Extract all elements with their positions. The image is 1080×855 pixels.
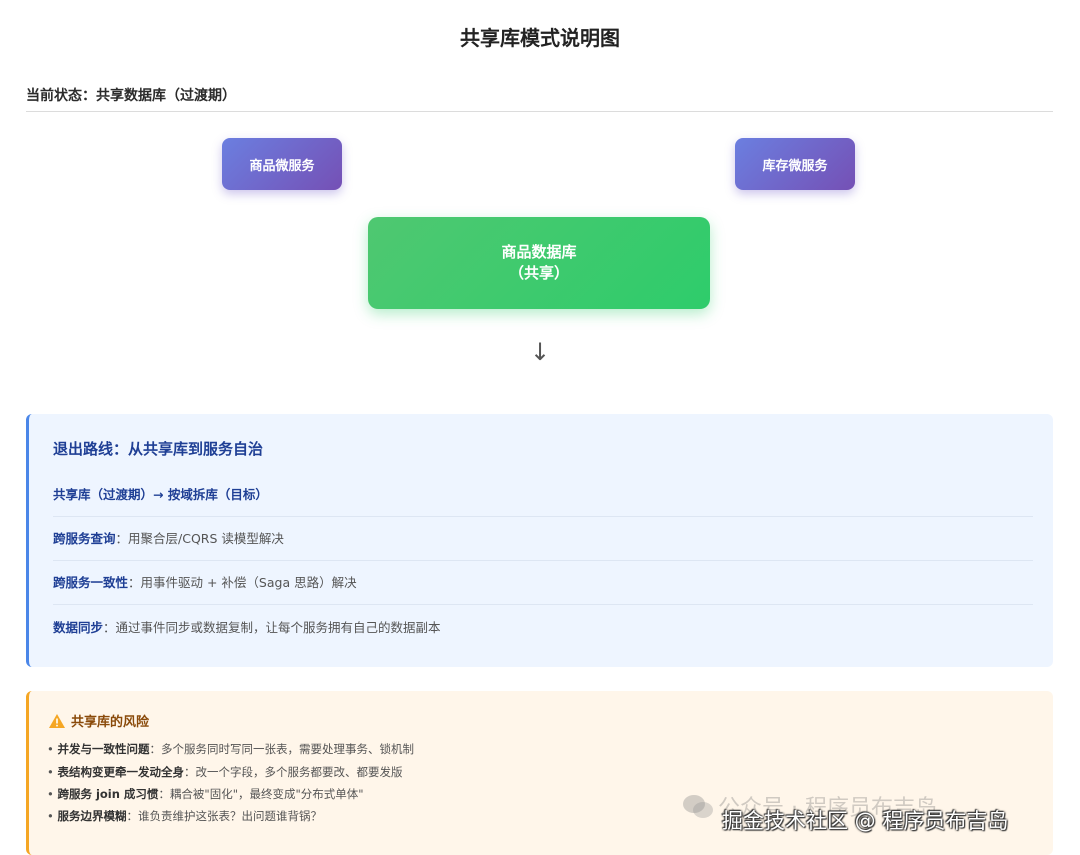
exit-route-title: 退出路线：从共享库到服务自治 <box>53 440 264 458</box>
exit-row-value: ：通过事件同步或数据复制，让每个服务拥有自己的数据副本 <box>103 620 441 635</box>
wechat-icon <box>683 795 713 818</box>
risk-item: • 并发与一致性问题：多个服务同时写同一张表，需要处理事务、锁机制 <box>47 742 414 756</box>
exit-row-value: ：用事件驱动 + 补偿（Saga 思路）解决 <box>128 575 357 590</box>
product-service-box: 商品微服务 <box>222 138 342 190</box>
exit-route-row: 数据同步：通过事件同步或数据复制，让每个服务拥有自己的数据副本 <box>53 617 1033 636</box>
database-shared-note: （共享） <box>508 264 569 282</box>
shared-database-box: 商品数据库 （共享） <box>368 217 710 309</box>
exit-route-row: 共享库（过渡期）→ 按域拆库（目标） <box>53 484 1033 517</box>
risk-value: ：耦合被"固化"，最终变成"分布式单体" <box>158 787 364 801</box>
exit-row-key: 数据同步 <box>53 620 104 635</box>
inventory-service-box: 库存微服务 <box>735 138 855 190</box>
risk-key: 表结构变更牵一发动全身 <box>57 765 184 779</box>
exit-row-key: 跨服务查询 <box>53 531 116 546</box>
risk-key: 并发与一致性问题 <box>57 742 150 756</box>
risk-key: 跨服务 join 成习惯 <box>57 787 159 801</box>
page-title: 共享库模式说明图 <box>460 26 620 50</box>
exit-row-key: 共享库（过渡期）→ 按域拆库（目标） <box>53 487 268 502</box>
down-arrow-icon: ↓ <box>529 338 551 366</box>
watermark-main: 掘金技术社区 @ 程序员布吉岛 <box>722 809 1009 833</box>
risk-title: 共享库的风险 <box>49 711 149 730</box>
risk-item: • 跨服务 join 成习惯：耦合被"固化"，最终变成"分布式单体" <box>47 787 364 801</box>
exit-route-row: 跨服务一致性：用事件驱动 + 补偿（Saga 思路）解决 <box>53 572 1033 605</box>
risk-title-text: 共享库的风险 <box>71 715 150 730</box>
risk-value: ：多个服务同时写同一张表，需要处理事务、锁机制 <box>149 742 414 756</box>
state-heading: 当前状态：共享数据库（过渡期） <box>26 88 236 104</box>
database-label: 商品数据库 <box>501 243 577 261</box>
divider <box>26 111 1053 112</box>
exit-row-value: ：用聚合层/CQRS 读模型解决 <box>115 531 284 546</box>
risk-item: • 服务边界模糊：谁负责维护这张表？出问题谁背锅？ <box>47 809 322 823</box>
risk-value: ：谁负责维护这张表？出问题谁背锅？ <box>126 809 322 823</box>
warning-icon <box>49 713 65 728</box>
exit-route-card: 退出路线：从共享库到服务自治 共享库（过渡期）→ 按域拆库（目标） 跨服务查询：… <box>26 414 1053 667</box>
risk-value: ：改一个字段，多个服务都要改、都要发版 <box>183 765 403 779</box>
risk-item: • 表结构变更牵一发动全身：改一个字段，多个服务都要改、都要发版 <box>47 765 403 779</box>
exit-row-key: 跨服务一致性 <box>53 575 129 590</box>
risk-key: 服务边界模糊 <box>57 809 127 823</box>
exit-route-row: 跨服务查询：用聚合层/CQRS 读模型解决 <box>53 528 1033 561</box>
